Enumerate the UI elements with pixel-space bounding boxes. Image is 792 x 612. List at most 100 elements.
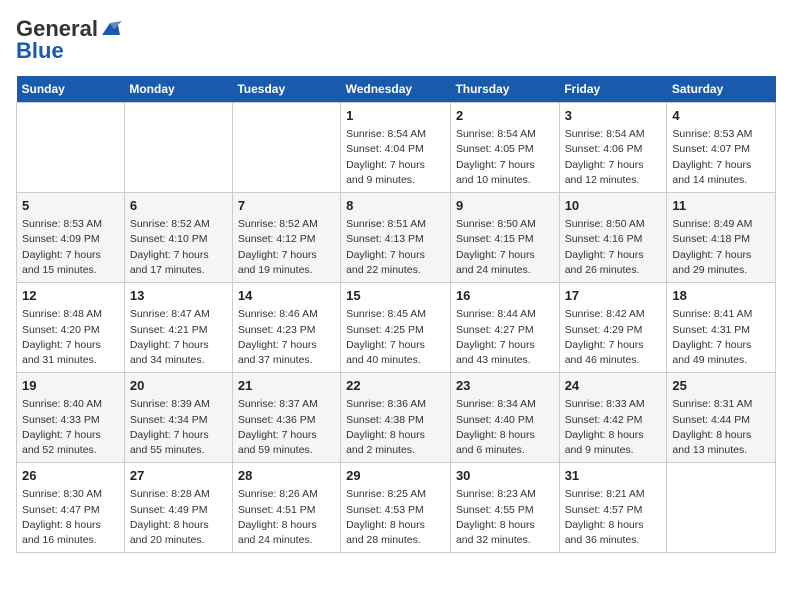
day-number: 27 xyxy=(130,467,227,485)
logo: General Blue xyxy=(16,16,122,64)
calendar-table: SundayMondayTuesdayWednesdayThursdayFrid… xyxy=(16,76,776,553)
calendar-cell xyxy=(667,463,776,553)
day-number: 24 xyxy=(565,377,662,395)
day-info: Sunrise: 8:45 AMSunset: 4:25 PMDaylight:… xyxy=(346,307,445,368)
calendar-cell: 24 Sunrise: 8:33 AMSunset: 4:42 PMDayligh… xyxy=(559,373,667,463)
day-number: 15 xyxy=(346,287,445,305)
calendar-cell: 28 Sunrise: 8:26 AMSunset: 4:51 PMDayligh… xyxy=(232,463,340,553)
day-info: Sunrise: 8:31 AMSunset: 4:44 PMDaylight:… xyxy=(672,397,770,458)
calendar-cell: 18 Sunrise: 8:41 AMSunset: 4:31 PMDayligh… xyxy=(667,283,776,373)
day-info: Sunrise: 8:50 AMSunset: 4:16 PMDaylight:… xyxy=(565,217,662,278)
calendar-cell: 6 Sunrise: 8:52 AMSunset: 4:10 PMDaylight… xyxy=(124,193,232,283)
header-saturday: Saturday xyxy=(667,76,776,103)
header-tuesday: Tuesday xyxy=(232,76,340,103)
day-info: Sunrise: 8:28 AMSunset: 4:49 PMDaylight:… xyxy=(130,487,227,548)
calendar-cell: 17 Sunrise: 8:42 AMSunset: 4:29 PMDayligh… xyxy=(559,283,667,373)
day-number: 26 xyxy=(22,467,119,485)
day-number: 20 xyxy=(130,377,227,395)
day-number: 11 xyxy=(672,197,770,215)
calendar-cell: 20 Sunrise: 8:39 AMSunset: 4:34 PMDayligh… xyxy=(124,373,232,463)
calendar-week-2: 5Sunrise: 8:53 AMSunset: 4:09 PMDaylight… xyxy=(17,193,776,283)
day-info: Sunrise: 8:49 AMSunset: 4:18 PMDaylight:… xyxy=(672,217,770,278)
day-info: Sunrise: 8:21 AMSunset: 4:57 PMDaylight:… xyxy=(565,487,662,548)
day-number: 3 xyxy=(565,107,662,125)
day-info: Sunrise: 8:52 AMSunset: 4:10 PMDaylight:… xyxy=(130,217,227,278)
day-number: 30 xyxy=(456,467,554,485)
calendar-cell: 11 Sunrise: 8:49 AMSunset: 4:18 PMDayligh… xyxy=(667,193,776,283)
day-number: 10 xyxy=(565,197,662,215)
calendar-cell: 7Sunrise: 8:52 AMSunset: 4:12 PMDaylight… xyxy=(232,193,340,283)
calendar-cell xyxy=(232,103,340,193)
day-number: 2 xyxy=(456,107,554,125)
calendar-cell: 14 Sunrise: 8:46 AMSunset: 4:23 PMDayligh… xyxy=(232,283,340,373)
day-info: Sunrise: 8:34 AMSunset: 4:40 PMDaylight:… xyxy=(456,397,554,458)
calendar-week-4: 19 Sunrise: 8:40 AMSunset: 4:33 PMDayligh… xyxy=(17,373,776,463)
calendar-cell: 31Sunrise: 8:21 AMSunset: 4:57 PMDayligh… xyxy=(559,463,667,553)
calendar-cell: 4 Sunrise: 8:53 AMSunset: 4:07 PMDaylight… xyxy=(667,103,776,193)
day-info: Sunrise: 8:36 AMSunset: 4:38 PMDaylight:… xyxy=(346,397,445,458)
calendar-header-row: SundayMondayTuesdayWednesdayThursdayFrid… xyxy=(17,76,776,103)
day-number: 25 xyxy=(672,377,770,395)
day-number: 29 xyxy=(346,467,445,485)
calendar-cell: 10 Sunrise: 8:50 AMSunset: 4:16 PMDayligh… xyxy=(559,193,667,283)
calendar-week-3: 12Sunrise: 8:48 AMSunset: 4:20 PMDayligh… xyxy=(17,283,776,373)
calendar-cell: 26Sunrise: 8:30 AMSunset: 4:47 PMDayligh… xyxy=(17,463,125,553)
header-monday: Monday xyxy=(124,76,232,103)
day-info: Sunrise: 8:33 AMSunset: 4:42 PMDaylight:… xyxy=(565,397,662,458)
page-header: General Blue xyxy=(16,16,776,64)
day-info: Sunrise: 8:41 AMSunset: 4:31 PMDaylight:… xyxy=(672,307,770,368)
day-info: Sunrise: 8:53 AMSunset: 4:07 PMDaylight:… xyxy=(672,127,770,188)
calendar-cell: 12Sunrise: 8:48 AMSunset: 4:20 PMDayligh… xyxy=(17,283,125,373)
day-info: Sunrise: 8:50 AMSunset: 4:15 PMDaylight:… xyxy=(456,217,554,278)
calendar-cell: 16Sunrise: 8:44 AMSunset: 4:27 PMDayligh… xyxy=(450,283,559,373)
day-info: Sunrise: 8:54 AMSunset: 4:04 PMDaylight:… xyxy=(346,127,445,188)
day-info: Sunrise: 8:26 AMSunset: 4:51 PMDaylight:… xyxy=(238,487,335,548)
day-number: 28 xyxy=(238,467,335,485)
day-info: Sunrise: 8:52 AMSunset: 4:12 PMDaylight:… xyxy=(238,217,335,278)
calendar-cell: 27 Sunrise: 8:28 AMSunset: 4:49 PMDayligh… xyxy=(124,463,232,553)
calendar-cell: 15 Sunrise: 8:45 AMSunset: 4:25 PMDayligh… xyxy=(341,283,451,373)
header-wednesday: Wednesday xyxy=(341,76,451,103)
day-number: 22 xyxy=(346,377,445,395)
calendar-cell xyxy=(17,103,125,193)
calendar-cell: 8 Sunrise: 8:51 AMSunset: 4:13 PMDaylight… xyxy=(341,193,451,283)
day-info: Sunrise: 8:54 AMSunset: 4:05 PMDaylight:… xyxy=(456,127,554,188)
calendar-cell: 30Sunrise: 8:23 AMSunset: 4:55 PMDayligh… xyxy=(450,463,559,553)
day-info: Sunrise: 8:39 AMSunset: 4:34 PMDaylight:… xyxy=(130,397,227,458)
day-number: 8 xyxy=(346,197,445,215)
calendar-week-1: 1 Sunrise: 8:54 AMSunset: 4:04 PMDaylight… xyxy=(17,103,776,193)
calendar-cell: 2 Sunrise: 8:54 AMSunset: 4:05 PMDaylight… xyxy=(450,103,559,193)
day-number: 5 xyxy=(22,197,119,215)
calendar-cell: 13 Sunrise: 8:47 AMSunset: 4:21 PMDayligh… xyxy=(124,283,232,373)
logo-blue-text: Blue xyxy=(16,38,64,64)
calendar-cell: 1 Sunrise: 8:54 AMSunset: 4:04 PMDaylight… xyxy=(341,103,451,193)
day-info: Sunrise: 8:48 AMSunset: 4:20 PMDaylight:… xyxy=(22,307,119,368)
day-number: 16 xyxy=(456,287,554,305)
day-number: 18 xyxy=(672,287,770,305)
calendar-cell: 23 Sunrise: 8:34 AMSunset: 4:40 PMDayligh… xyxy=(450,373,559,463)
day-number: 21 xyxy=(238,377,335,395)
day-info: Sunrise: 8:42 AMSunset: 4:29 PMDaylight:… xyxy=(565,307,662,368)
day-info: Sunrise: 8:25 AMSunset: 4:53 PMDaylight:… xyxy=(346,487,445,548)
day-number: 1 xyxy=(346,107,445,125)
calendar-cell: 9 Sunrise: 8:50 AMSunset: 4:15 PMDaylight… xyxy=(450,193,559,283)
day-number: 4 xyxy=(672,107,770,125)
calendar-cell: 21Sunrise: 8:37 AMSunset: 4:36 PMDayligh… xyxy=(232,373,340,463)
calendar-cell: 3Sunrise: 8:54 AMSunset: 4:06 PMDaylight… xyxy=(559,103,667,193)
day-info: Sunrise: 8:40 AMSunset: 4:33 PMDaylight:… xyxy=(22,397,119,458)
calendar-cell xyxy=(124,103,232,193)
logo-bird-icon xyxy=(100,21,122,37)
day-info: Sunrise: 8:47 AMSunset: 4:21 PMDaylight:… xyxy=(130,307,227,368)
day-number: 23 xyxy=(456,377,554,395)
day-info: Sunrise: 8:46 AMSunset: 4:23 PMDaylight:… xyxy=(238,307,335,368)
header-thursday: Thursday xyxy=(450,76,559,103)
day-info: Sunrise: 8:51 AMSunset: 4:13 PMDaylight:… xyxy=(346,217,445,278)
calendar-cell: 25 Sunrise: 8:31 AMSunset: 4:44 PMDayligh… xyxy=(667,373,776,463)
day-number: 9 xyxy=(456,197,554,215)
day-number: 14 xyxy=(238,287,335,305)
day-number: 13 xyxy=(130,287,227,305)
calendar-week-5: 26Sunrise: 8:30 AMSunset: 4:47 PMDayligh… xyxy=(17,463,776,553)
day-number: 19 xyxy=(22,377,119,395)
day-number: 17 xyxy=(565,287,662,305)
day-number: 6 xyxy=(130,197,227,215)
